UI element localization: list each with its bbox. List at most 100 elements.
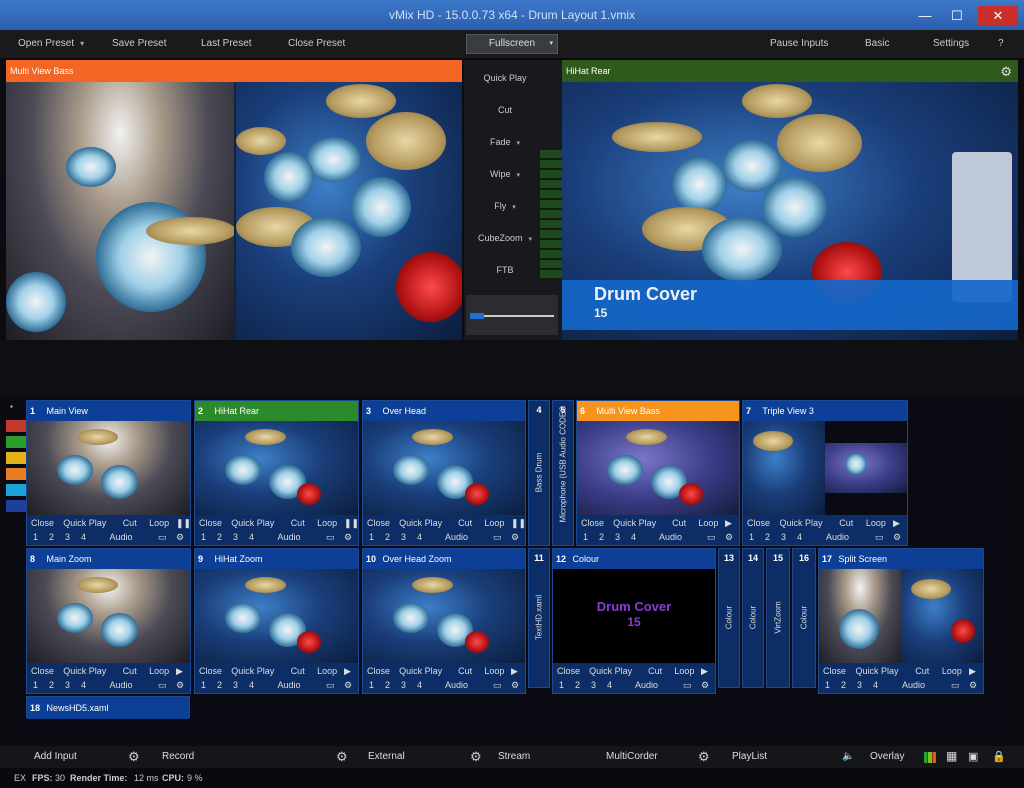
audio-button[interactable]: Audio [659, 532, 682, 542]
cut-button[interactable]: Cut [291, 518, 305, 528]
close-button[interactable]: Close [31, 518, 54, 528]
overlay-3-button[interactable]: 3 [615, 532, 620, 542]
play-pause-button[interactable]: ▶ [701, 666, 708, 677]
close-button[interactable]: Close [581, 518, 604, 528]
quick-play-button[interactable]: Quick Play [63, 518, 106, 528]
audio-input-tile[interactable]: 13 Colour [718, 548, 740, 688]
gear-icon[interactable]: ⚙ [701, 680, 709, 691]
overlay-2-button[interactable]: 2 [217, 680, 222, 690]
t-bar-slider[interactable] [466, 295, 558, 335]
overlay-4-button[interactable]: 4 [873, 680, 878, 690]
cut-button[interactable]: Cut [458, 518, 472, 528]
overlay-4-button[interactable]: 4 [249, 532, 254, 542]
gear-icon[interactable]: ⚙ [969, 680, 977, 691]
cut-button[interactable]: Cut [123, 666, 137, 676]
record-button[interactable]: Record [162, 751, 194, 762]
quick-play-button[interactable]: Quick Play [780, 518, 823, 528]
gear-icon[interactable]: ⚙ [128, 749, 140, 765]
gear-icon[interactable]: ⚙ [698, 749, 710, 765]
color-tag-cyan[interactable] [6, 484, 26, 496]
audio-button[interactable]: Audio [902, 680, 925, 690]
input-tile[interactable]: 3 Over Head Close Quick Play Cut Loop ❚❚… [362, 400, 526, 546]
quick-play-button[interactable]: Quick Play [231, 666, 274, 676]
overlay-1-button[interactable]: 1 [201, 532, 206, 542]
input-tile[interactable]: 8 Main Zoom Close Quick Play Cut Loop ▶ … [26, 548, 191, 694]
gear-icon[interactable]: ⚙ [176, 532, 184, 543]
camera-icon[interactable]: ▣ [968, 750, 978, 763]
overlay-4-button[interactable]: 4 [81, 532, 86, 542]
input-tile[interactable]: 1 Main View Close Quick Play Cut Loop ❚❚… [26, 400, 191, 546]
close-button[interactable]: Close [367, 518, 390, 528]
overlay-button[interactable]: Overlay [870, 751, 904, 762]
gear-icon[interactable]: ⚙ [893, 532, 901, 543]
overlay-4-button[interactable]: 4 [417, 680, 422, 690]
quick-play-button[interactable]: Quick Play [399, 518, 442, 528]
input-header[interactable]: 7 Triple View 3 [743, 401, 907, 421]
cut-button[interactable]: Cut [839, 518, 853, 528]
monitor-icon[interactable]: ▭ [158, 680, 167, 691]
overlay-2-button[interactable]: 2 [575, 680, 580, 690]
gear-icon[interactable]: ⚙ [176, 680, 184, 691]
play-pause-button[interactable]: ▶ [344, 666, 351, 677]
overlay-1-button[interactable]: 1 [583, 532, 588, 542]
multicorder-button[interactable]: MultiCorder [606, 751, 658, 762]
close-button[interactable]: Close [823, 666, 846, 676]
maximize-button[interactable]: ☐ [942, 6, 972, 26]
overlay-4-button[interactable]: 4 [417, 532, 422, 542]
loop-button[interactable]: Loop [866, 518, 886, 528]
play-pause-button[interactable]: ▶ [176, 666, 183, 677]
loop-button[interactable]: Loop [698, 518, 718, 528]
audio-input-tile[interactable]: 15 VirtZoom [766, 548, 790, 688]
cut-button[interactable]: Cut [291, 666, 305, 676]
audio-input-tile[interactable]: 4 Bass Drum [528, 400, 550, 546]
color-tag-green[interactable] [6, 436, 26, 448]
monitor-icon[interactable]: ▭ [326, 532, 335, 543]
gear-icon[interactable]: ⚙ [336, 749, 348, 765]
loop-button[interactable]: Loop [149, 518, 169, 528]
loop-button[interactable]: Loop [674, 666, 694, 676]
audio-button[interactable]: Audio [278, 532, 301, 542]
close-button[interactable]: Close [367, 666, 390, 676]
play-pause-button[interactable]: ▶ [893, 518, 900, 529]
overlay-3-button[interactable]: 3 [233, 532, 238, 542]
overlay-3-button[interactable]: 3 [65, 532, 70, 542]
cut-button[interactable]: Cut [648, 666, 662, 676]
cut-button[interactable]: Cut [915, 666, 929, 676]
audio-button[interactable]: Audio [278, 680, 301, 690]
gear-icon[interactable]: ⚙ [1000, 64, 1012, 80]
color-tag-yellow[interactable] [6, 452, 26, 464]
monitor-icon[interactable]: ▭ [951, 680, 960, 691]
overlay-3-button[interactable]: 3 [401, 532, 406, 542]
fullscreen-button[interactable]: Fullscreen ▾ [466, 34, 558, 54]
monitor-icon[interactable]: ▭ [493, 532, 502, 543]
input-header[interactable]: 1 Main View [27, 401, 190, 421]
fly-button[interactable]: Fly ▾ [468, 194, 542, 218]
color-tag-blue[interactable] [6, 500, 26, 512]
loop-button[interactable]: Loop [484, 666, 504, 676]
last-preset-button[interactable]: Last Preset [201, 38, 252, 49]
overlay-2-button[interactable]: 2 [217, 532, 222, 542]
input-header[interactable]: 6 Multi View Bass [577, 401, 739, 421]
play-pause-button[interactable]: ▶ [725, 518, 732, 529]
chevron-down-icon[interactable]: ▾ [529, 236, 533, 243]
overlay-3-button[interactable]: 3 [857, 680, 862, 690]
play-pause-button[interactable]: ❚❚ [511, 518, 526, 529]
input-header[interactable]: 10 Over Head Zoom [363, 549, 525, 569]
overlay-2-button[interactable]: 2 [385, 680, 390, 690]
overlay-4-button[interactable]: 4 [797, 532, 802, 542]
ftb-button[interactable]: FTB [468, 258, 542, 282]
speaker-icon[interactable]: 🔈 [842, 751, 854, 762]
playlist-button[interactable]: PlayList [732, 751, 767, 762]
overlay-3-button[interactable]: 3 [781, 532, 786, 542]
overlay-3-button[interactable]: 3 [401, 680, 406, 690]
loop-button[interactable]: Loop [942, 666, 962, 676]
color-tag-red[interactable] [6, 420, 26, 432]
gear-icon[interactable]: ⚙ [344, 680, 352, 691]
gear-icon[interactable]: ⚙ [725, 532, 733, 543]
input-header[interactable]: 2 HiHat Rear [195, 401, 358, 421]
overlay-1-button[interactable]: 1 [369, 680, 374, 690]
overlay-2-button[interactable]: 2 [385, 532, 390, 542]
overlay-4-button[interactable]: 4 [249, 680, 254, 690]
gear-icon[interactable]: ⚙ [470, 749, 482, 765]
overlay-2-button[interactable]: 2 [765, 532, 770, 542]
